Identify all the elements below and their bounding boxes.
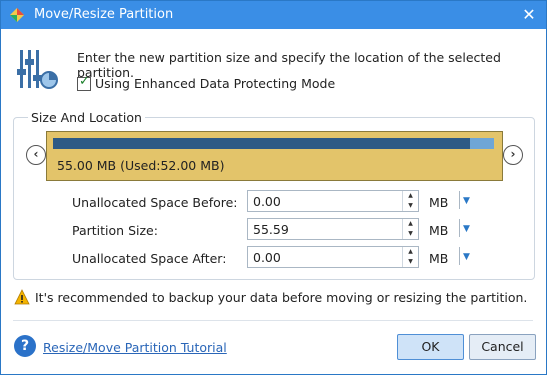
unit-separator bbox=[459, 191, 460, 209]
checkmark-icon: ✓ bbox=[79, 74, 90, 89]
partition-usage-bar bbox=[53, 138, 494, 149]
unallocated-after-label: Unallocated Space After: bbox=[72, 251, 227, 266]
close-button[interactable]: ✕ bbox=[518, 4, 540, 26]
warning-icon bbox=[14, 289, 30, 305]
backup-warning: It's recommended to backup your data bef… bbox=[35, 290, 528, 305]
enhanced-mode-checkbox[interactable]: ✓ bbox=[77, 74, 91, 91]
footer-divider bbox=[13, 320, 533, 321]
used-space-fill bbox=[53, 138, 470, 149]
unallocated-before-field: ▲ ▼ bbox=[247, 190, 419, 212]
spin-up-icon[interactable]: ▲ bbox=[403, 219, 418, 229]
unallocated-before-label: Unallocated Space Before: bbox=[72, 195, 238, 210]
spin-up-icon[interactable]: ▲ bbox=[403, 247, 418, 257]
partition-size-label: 55.00 MB (Used:52.00 MB) bbox=[57, 158, 225, 173]
unallocated-before-input[interactable] bbox=[248, 191, 401, 211]
spin-down-icon[interactable]: ▼ bbox=[403, 201, 418, 211]
spin-down-icon[interactable]: ▼ bbox=[403, 229, 418, 239]
tutorial-link[interactable]: Resize/Move Partition Tutorial bbox=[43, 340, 227, 355]
move-resize-dialog: Move/Resize Partition ✕ Enter the new pa… bbox=[0, 0, 547, 375]
spin-down-icon[interactable]: ▼ bbox=[403, 257, 418, 267]
help-icon[interactable]: ? bbox=[14, 335, 36, 357]
partition-block[interactable]: 55.00 MB (Used:52.00 MB) bbox=[46, 131, 503, 181]
unallocated-after-input[interactable] bbox=[248, 247, 401, 267]
unit-dropdown-icon[interactable]: ▼ bbox=[463, 196, 470, 206]
app-logo-icon bbox=[10, 8, 24, 22]
unallocated-after-unit: MB bbox=[429, 251, 449, 266]
move-left-button[interactable]: ‹ bbox=[26, 145, 46, 165]
partition-size-spinner[interactable]: ▲ ▼ bbox=[402, 219, 418, 239]
move-right-button[interactable]: › bbox=[503, 145, 523, 165]
unallocated-after-field: ▲ ▼ bbox=[247, 246, 419, 268]
group-legend: Size And Location bbox=[28, 110, 145, 125]
unallocated-before-unit: MB bbox=[429, 195, 449, 210]
window-title: Move/Resize Partition bbox=[34, 7, 174, 22]
title-bar: Move/Resize Partition ✕ bbox=[1, 1, 546, 29]
partition-size-input[interactable] bbox=[248, 219, 401, 239]
unit-separator bbox=[459, 247, 460, 265]
cancel-button[interactable]: Cancel bbox=[469, 334, 536, 360]
unallocated-before-spinner[interactable]: ▲ ▼ bbox=[402, 191, 418, 211]
partition-size-label-text: Partition Size: bbox=[72, 223, 158, 238]
ok-button[interactable]: OK bbox=[397, 334, 464, 360]
sliders-icon bbox=[17, 50, 58, 89]
unit-separator bbox=[459, 219, 460, 237]
unit-dropdown-icon[interactable]: ▼ bbox=[463, 224, 470, 234]
unit-dropdown-icon[interactable]: ▼ bbox=[463, 252, 470, 262]
enhanced-mode-label: Using Enhanced Data Protecting Mode bbox=[95, 76, 336, 91]
spin-up-icon[interactable]: ▲ bbox=[403, 191, 418, 201]
partition-size-unit: MB bbox=[429, 223, 449, 238]
partition-size-field: ▲ ▼ bbox=[247, 218, 419, 240]
unallocated-after-spinner[interactable]: ▲ ▼ bbox=[402, 247, 418, 267]
